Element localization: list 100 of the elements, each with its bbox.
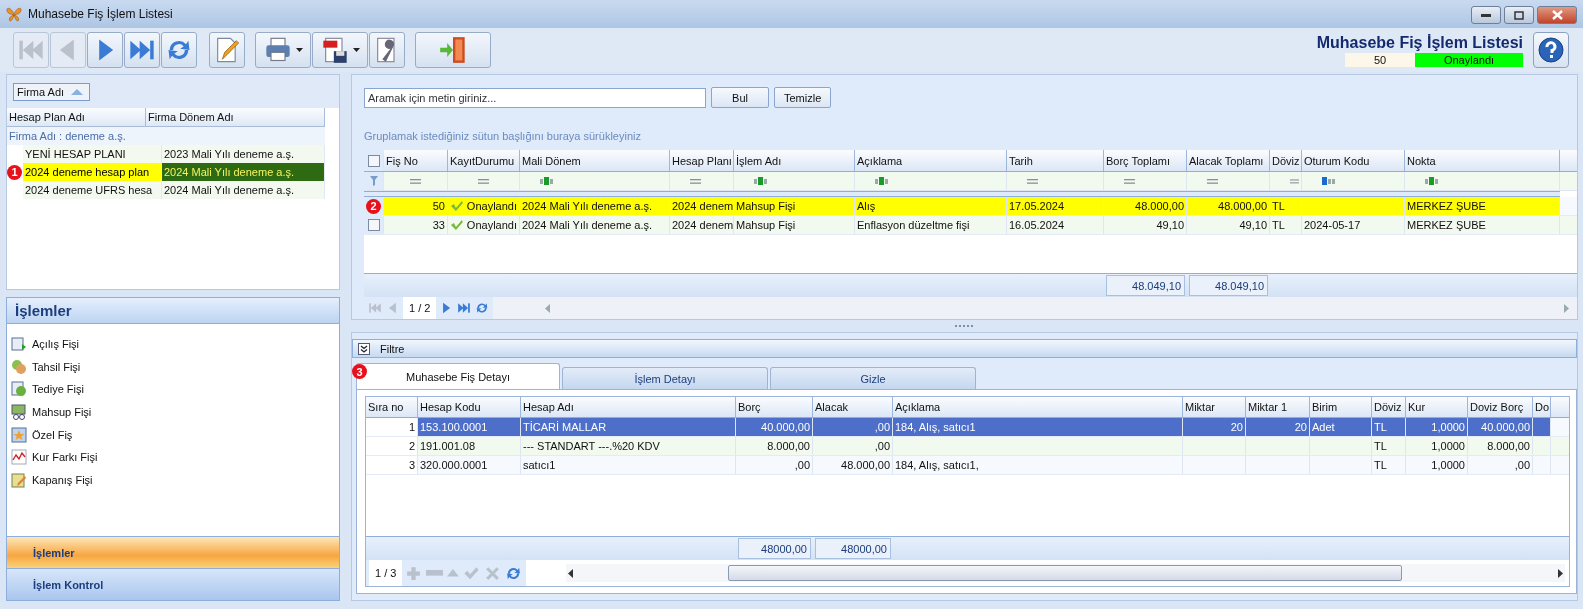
column-header[interactable]: Açıklama (855, 150, 1007, 171)
total-cell: 48000,00 (738, 538, 811, 559)
table-cell: 16.05.2024 (1009, 219, 1065, 231)
column-header[interactable]: Mali Dönem (520, 150, 670, 171)
column-header[interactable]: Sıra no (366, 397, 418, 417)
column-header[interactable]: Alacak (813, 397, 893, 417)
table-cell[interactable]: YENİ HESAP PLANI (23, 145, 162, 163)
column-header[interactable]: Borç (736, 397, 813, 417)
scroll-left-icon (545, 303, 551, 313)
table-cell[interactable]: 2024 deneme hesap plan (23, 163, 162, 181)
tab[interactable]: İşlem Detayı (562, 367, 768, 389)
action-item[interactable]: Açılış Fişi (7, 333, 80, 356)
search-button[interactable]: Temizle (774, 87, 832, 108)
column-header[interactable]: Kur (1406, 397, 1468, 417)
column-header[interactable]: Nokta (1405, 150, 1560, 171)
table-cell: Enflasyon düzeltme fişi (857, 219, 970, 231)
restore-button[interactable] (1504, 6, 1534, 24)
toolbar-button[interactable] (369, 32, 405, 68)
equals-icon (410, 178, 421, 184)
document-icon (11, 336, 27, 353)
column-header[interactable]: Firma Dönem Adı (146, 108, 325, 126)
close-button[interactable] (1537, 6, 1577, 24)
first-icon (368, 301, 382, 315)
table-cell: 3 (408, 459, 415, 471)
grid-row[interactable]: 320.000.0001 satıcı1 ,00 48.000,00 184, Alış, satıcı1, TL 1,0000 ,00 (418, 456, 1551, 474)
record-number: 50 (1345, 52, 1415, 67)
action-item[interactable]: Kur Farkı Fişi (7, 445, 98, 469)
column-header[interactable]: Döviz (1270, 150, 1302, 171)
help-button[interactable] (1533, 32, 1569, 68)
minimize-button[interactable] (1471, 6, 1501, 24)
splitter-grip-icon[interactable] (954, 324, 975, 328)
table-cell[interactable]: 2024 deneme UFRS hesa (23, 181, 162, 199)
printer-icon (263, 36, 292, 64)
tab[interactable]: Gizle (770, 367, 976, 389)
action-item[interactable]: Tahsil Fişi (7, 355, 81, 379)
grid-row[interactable]: 153.100.0001 TİCARİ MALLAR 40.000,00 ,00 184, Alış, satıcı1 20 20 Adet TL 1,0000 40.000,00 (418, 418, 1551, 436)
column-header[interactable]: KayıtDurumu (448, 150, 520, 171)
table-cell: 48.000,00 (1135, 200, 1184, 212)
refresh-icon (475, 301, 490, 315)
column-header[interactable]: İşlem Adı (734, 150, 855, 171)
column-header[interactable]: Do (1533, 397, 1551, 417)
search-field[interactable]: Aramak için metin giriniz... (364, 87, 706, 108)
column-header[interactable]: Açıklama (893, 397, 1183, 417)
grid-row[interactable]: 191.001.08 --- STANDART ---.%20 KDV 8.000,00 ,00 TL 1,0000 8.000,00 (418, 437, 1551, 455)
column-header[interactable]: Doviz Borç (1468, 397, 1533, 417)
cancel-icon (484, 564, 502, 582)
table-cell: 8.000,00 (1487, 440, 1530, 452)
table-cell: --- STANDART ---.%20 KDV (523, 440, 660, 452)
sort-button[interactable]: Firma Adı (13, 82, 90, 101)
table-cell[interactable]: 2024 Mali Yılı deneme a.ş. (162, 181, 325, 199)
section-button[interactable]: İşlem Kontrol (7, 568, 339, 600)
exit-door-icon (439, 36, 467, 64)
sort-up-icon (71, 88, 83, 95)
search-button[interactable]: Bul (711, 87, 769, 108)
window-title: Muhasebe Fiş İşlem Listesi (28, 7, 173, 21)
total-cell: 48.049,10 (1189, 275, 1268, 296)
table-cell[interactable]: 2024 Mali Yılı deneme a.ş. (162, 163, 325, 181)
equals-icon (1027, 178, 1038, 184)
column-header[interactable]: Tarih (1007, 150, 1104, 171)
table-cell: 50 (432, 200, 445, 212)
checkbox[interactable] (367, 154, 380, 167)
grid-row[interactable]: 50 Onaylandı 2024 Mali Yılı deneme a.ş. 2024 denem Mahsup Fişi Alış 17.05.2024 48.000,00 48.000,00 TL MERKEZ ŞUBE (384, 197, 1560, 215)
column-header[interactable]: Hesap Kodu (418, 397, 521, 417)
table-cell: TL (1272, 200, 1285, 212)
table-cell: 2 (408, 440, 415, 452)
column-header[interactable]: Fiş No (384, 150, 448, 171)
action-item[interactable]: Tediye Fişi (7, 378, 84, 401)
table-cell: MERKEZ ŞUBE (1407, 200, 1486, 212)
column-header[interactable]: Borç Toplamı (1104, 150, 1187, 171)
table-cell: TL (1272, 219, 1285, 231)
column-header[interactable]: Oturum Kodu (1302, 150, 1405, 171)
column-header[interactable]: Hesap Plan Adı (7, 108, 146, 126)
pdf-save-icon (320, 36, 349, 64)
action-item[interactable]: Mahsup Fişi (7, 400, 92, 424)
pager-button[interactable] (456, 300, 473, 316)
toolbar-button[interactable] (312, 32, 368, 68)
checkbox[interactable] (367, 219, 380, 231)
table-cell[interactable]: 2023 Mali Yılı deneme a.ş. (162, 145, 325, 163)
table-cell: Alış (857, 200, 876, 212)
table-cell: 48.000,00 (1218, 200, 1267, 212)
last-icon (457, 301, 472, 315)
column-header[interactable]: Birim (1310, 397, 1372, 417)
column-header[interactable]: Döviz (1372, 397, 1406, 417)
column-header[interactable]: Hesap Planı (670, 150, 734, 171)
scrollbar-thumb[interactable] (727, 565, 1402, 581)
minus-icon (426, 570, 444, 576)
section-button[interactable]: İşlemler (7, 536, 339, 568)
column-header[interactable]: Alacak Toplamı (1187, 150, 1270, 171)
filter-bar[interactable]: Filtre (352, 339, 1577, 358)
page-indicator: 1 / 3 (369, 560, 403, 586)
expand-icon (358, 342, 370, 355)
action-item[interactable]: Kapanış Fişi (7, 468, 93, 492)
action-item[interactable]: Özel Fiş (7, 423, 73, 446)
number-badge: 1 (7, 164, 22, 180)
table-cell: 1 (408, 421, 415, 433)
check-icon (450, 200, 464, 212)
horizontal-scrollbar[interactable] (566, 564, 1565, 582)
column-header[interactable]: Hesap Adı (521, 397, 736, 417)
column-header[interactable]: Miktar (1183, 397, 1246, 417)
column-header[interactable]: Miktar 1 (1246, 397, 1310, 417)
